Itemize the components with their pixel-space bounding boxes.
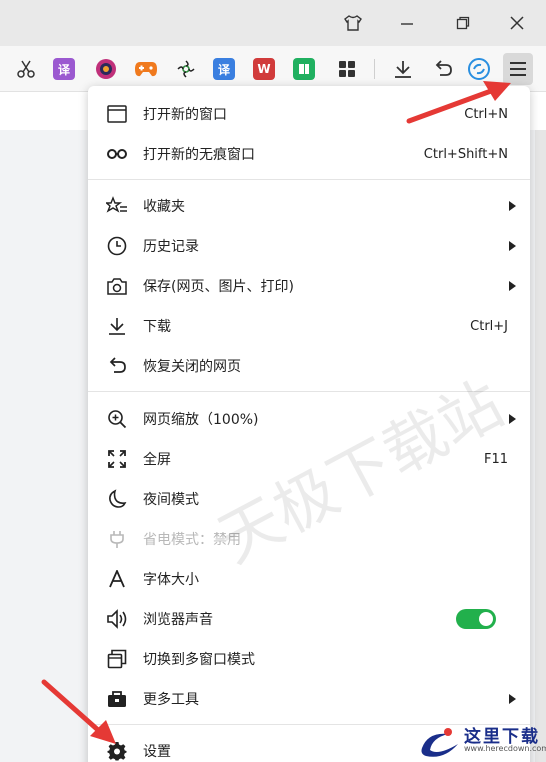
undo-icon xyxy=(106,355,128,377)
menu-label: 更多工具 xyxy=(143,692,199,708)
menu-label: 设置 xyxy=(143,744,171,760)
clock-icon xyxy=(106,235,128,257)
fullscreen-icon xyxy=(106,448,128,470)
font-size-icon xyxy=(106,568,128,590)
plug-icon xyxy=(106,528,128,550)
scissors-icon[interactable] xyxy=(12,55,40,83)
red-arrow-pointer-settings xyxy=(41,679,116,744)
sound-toggle[interactable] xyxy=(456,609,496,629)
menu-shortcut: Ctrl+Shift+N xyxy=(423,146,508,162)
menu-item-incognito-window[interactable]: 打开新的无痕窗口 Ctrl+Shift+N xyxy=(88,134,530,174)
menu-label: 打开新的无痕窗口 xyxy=(143,147,255,163)
translate-blue-icon[interactable]: 译 xyxy=(213,58,235,80)
menu-item-history[interactable]: 历史记录 xyxy=(88,226,530,266)
menu-shortcut: Ctrl+J xyxy=(470,318,508,334)
skin-shirt-icon[interactable] xyxy=(338,8,368,38)
menu-label: 打开新的窗口 xyxy=(143,107,227,123)
menu-shortcut: F11 xyxy=(483,451,508,467)
menu-label: 夜间模式 xyxy=(143,492,199,508)
logo-swirl-icon xyxy=(421,728,458,757)
menu-item-font-size[interactable]: 字体大小 xyxy=(88,559,530,599)
title-bar xyxy=(0,0,546,46)
menu-label: 下载 xyxy=(143,319,171,335)
restore-icon[interactable] xyxy=(448,8,478,38)
menu-item-more-tools[interactable]: 更多工具 xyxy=(88,679,530,719)
menu-label: 恢复关闭的网页 xyxy=(143,359,241,375)
menu-label: 网页缩放（100%) xyxy=(143,412,259,428)
submenu-arrow-icon xyxy=(509,694,516,704)
camera-icon xyxy=(106,275,128,297)
menu-label: 字体大小 xyxy=(143,572,199,588)
submenu-arrow-icon xyxy=(509,201,516,211)
submenu-arrow-icon xyxy=(509,241,516,251)
window-icon xyxy=(106,103,128,125)
close-icon[interactable] xyxy=(502,8,532,38)
menu-label: 全屏 xyxy=(143,452,171,468)
scrollbar[interactable] xyxy=(535,130,546,762)
menu-label: 浏览器声音 xyxy=(143,612,213,628)
zoom-icon xyxy=(106,408,128,430)
site-logo: 这里下载 www.herecdown.com xyxy=(418,722,546,760)
menu-label: 收藏夹 xyxy=(143,199,185,215)
camera-lens-icon[interactable] xyxy=(92,55,120,83)
menu-item-favorites[interactable]: 收藏夹 xyxy=(88,186,530,226)
moon-icon xyxy=(106,488,128,510)
menu-label: 切换到多窗口模式 xyxy=(143,652,255,668)
menu-item-browser-sound[interactable]: 浏览器声音 xyxy=(88,599,530,639)
menu-label: 保存(网页、图片、打印) xyxy=(143,279,294,295)
star-list-icon xyxy=(106,195,128,217)
toolbar-separator xyxy=(374,59,375,79)
menu-item-download[interactable]: 下载 Ctrl+J xyxy=(88,306,530,346)
multi-window-icon xyxy=(106,648,128,670)
logo-url: www.herecdown.com xyxy=(464,744,546,753)
book-icon[interactable] xyxy=(293,58,315,80)
submenu-arrow-icon xyxy=(509,281,516,291)
menu-item-multi-window[interactable]: 切换到多窗口模式 xyxy=(88,639,530,679)
speaker-icon xyxy=(106,608,128,630)
menu-item-save[interactable]: 保存(网页、图片、打印) xyxy=(88,266,530,306)
gamepad-icon[interactable] xyxy=(132,55,160,83)
leaf-icon[interactable] xyxy=(172,55,200,83)
menu-divider xyxy=(88,179,530,180)
document-w-icon[interactable]: W xyxy=(253,58,275,80)
red-arrow-pointer-menu xyxy=(406,81,511,124)
minimize-icon[interactable] xyxy=(392,8,422,38)
apps-grid-icon[interactable] xyxy=(333,55,361,83)
menu-label: 历史记录 xyxy=(143,239,199,255)
download-icon xyxy=(106,315,128,337)
incognito-icon xyxy=(106,143,128,165)
translate-icon[interactable]: 译 xyxy=(53,58,75,80)
